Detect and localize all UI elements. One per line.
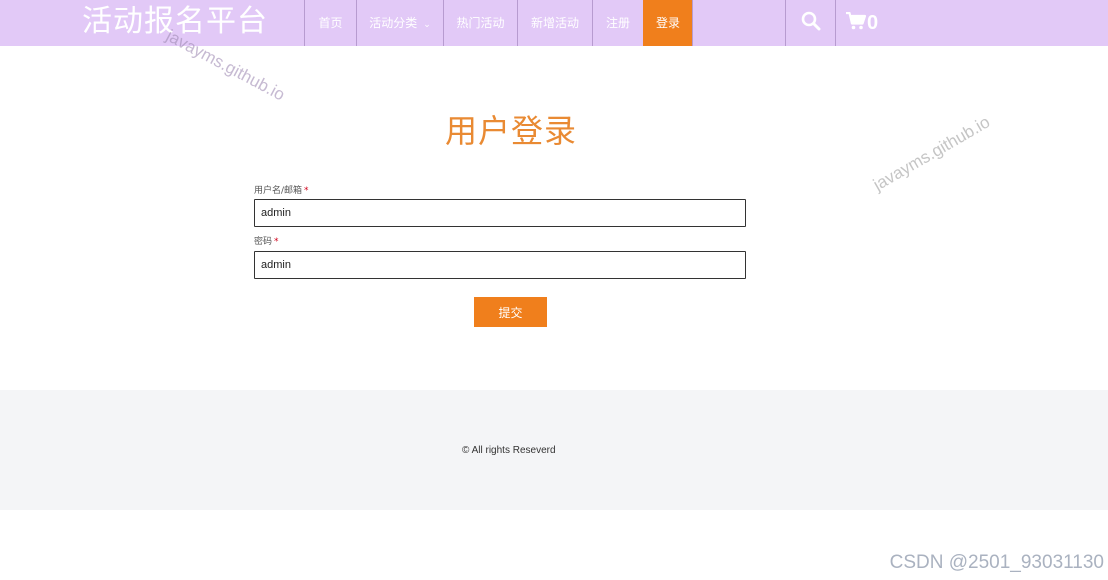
username-input[interactable] [254, 199, 746, 227]
nav-home-label: 首页 [318, 16, 343, 30]
required-mark: * [304, 186, 309, 196]
password-input[interactable] [254, 251, 746, 279]
nav-login-label: 登录 [655, 16, 680, 30]
nav-hot-events[interactable]: 热门活动 [443, 0, 517, 46]
page-title: 用户登录 [444, 112, 577, 150]
csdn-watermark: CSDN @2501_93031130 [889, 552, 1104, 573]
search-icon [801, 11, 821, 35]
required-mark: * [274, 237, 279, 247]
nav-login[interactable]: 登录 [643, 0, 693, 46]
chevron-down-icon: ⌄ [423, 20, 431, 30]
cart-button[interactable]: 0 [846, 0, 878, 46]
main-nav: 首页 活动分类 ⌄ 热门活动 新增活动 注册 登录 [304, 0, 693, 46]
nav-new-events-label: 新增活动 [530, 16, 579, 30]
nav-register-label: 注册 [605, 16, 630, 30]
username-label-text: 用户名/邮箱 [254, 186, 303, 196]
search-button[interactable] [785, 0, 836, 46]
copyright-text: © All rights Reseverd [462, 445, 556, 456]
footer: © All rights Reseverd [0, 390, 1108, 510]
cart-icon [846, 11, 867, 34]
cart-count: 0 [867, 11, 879, 34]
nav-home[interactable]: 首页 [304, 0, 356, 46]
password-label-text: 密码 [254, 237, 273, 247]
nav-register[interactable]: 注册 [592, 0, 643, 46]
nav-hot-events-label: 热门活动 [456, 16, 505, 30]
username-label: 用户名/邮箱 * [254, 183, 309, 196]
nav-new-events[interactable]: 新增活动 [517, 0, 592, 46]
nav-category-label: 活动分类 [369, 16, 418, 30]
password-label: 密码 * [254, 234, 279, 247]
nav-category[interactable]: 活动分类 ⌄ [356, 0, 443, 46]
submit-button[interactable]: 提交 [474, 297, 547, 327]
